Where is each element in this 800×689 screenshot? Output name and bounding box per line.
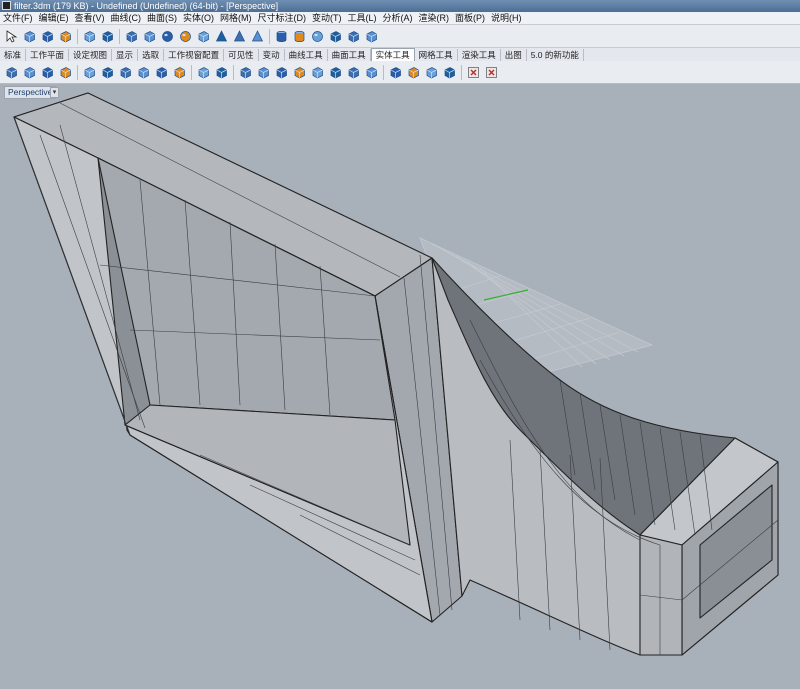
menu-item[interactable]: 曲线(C) [108, 12, 145, 24]
menu-item[interactable]: 变动(T) [309, 12, 345, 24]
round-hole-icon[interactable] [364, 65, 379, 80]
point-edit-icon[interactable] [22, 29, 37, 44]
menu-item[interactable]: 面板(P) [452, 12, 488, 24]
menu-item[interactable]: 网格(M) [217, 12, 255, 24]
cap-icon[interactable] [82, 65, 97, 80]
menu-item[interactable]: 工具(L) [345, 12, 380, 24]
ellipsoid-icon[interactable] [178, 29, 193, 44]
window-title: filter.3dm (179 KB) - Undefined (Undefin… [14, 1, 279, 11]
rhino-app-icon [2, 1, 11, 10]
toolbar-tab-strip: 标准 工作平面 设定视图 显示 选取 工作视窗配置 可见性 变动 曲线工具 曲面工具 实体工具 网格工… [0, 48, 800, 62]
solid-tools-toolbar [0, 61, 800, 84]
solid-boolean-icon[interactable] [82, 29, 97, 44]
tube-icon[interactable] [292, 29, 307, 44]
cylinder-icon[interactable] [274, 29, 289, 44]
boolean-intersection-icon[interactable] [40, 65, 55, 80]
toolbar-separator [77, 64, 78, 80]
polyline-icon[interactable] [40, 29, 55, 44]
title-bar: filter.3dm (179 KB) - Undefined (Undefin… [0, 0, 800, 12]
menu-item[interactable]: 查看(V) [72, 12, 108, 24]
boolean-split-icon[interactable] [58, 65, 73, 80]
rotate-face-icon[interactable] [238, 65, 253, 80]
duct-body [431, 257, 779, 656]
fold-face-icon[interactable] [274, 65, 289, 80]
menu-item[interactable]: 编辑(E) [36, 12, 72, 24]
sphere-icon[interactable] [160, 29, 175, 44]
offset-solid-icon[interactable] [214, 65, 229, 80]
boolean-difference-icon[interactable] [22, 65, 37, 80]
truncated-cone-icon[interactable] [250, 29, 265, 44]
box-corner-icon[interactable] [142, 29, 157, 44]
menu-item[interactable]: 文件(F) [0, 12, 36, 24]
make-hole-icon[interactable] [346, 65, 361, 80]
extrude-icon[interactable] [346, 29, 361, 44]
toolbar-tab[interactable]: 实体工具 [370, 48, 415, 62]
menu-item[interactable]: 实体(O) [180, 12, 217, 24]
cone-icon[interactable] [214, 29, 229, 44]
viewport-title[interactable]: Perspective [4, 86, 57, 99]
split-face-icon[interactable] [256, 65, 271, 80]
blend-edge-icon[interactable] [136, 65, 151, 80]
toolbar-separator [233, 64, 234, 80]
solid-shell-icon[interactable] [100, 65, 115, 80]
array-hole-icon[interactable] [388, 65, 403, 80]
chamfer-icon[interactable] [154, 65, 169, 80]
viewport-menu-arrow[interactable]: ▾ [50, 87, 59, 98]
extrude-face-icon[interactable] [196, 65, 211, 80]
toolbar-separator [383, 64, 384, 80]
model-render[interactable] [0, 84, 800, 689]
paraboloid-icon[interactable] [196, 29, 211, 44]
fillet-edge-icon[interactable] [118, 65, 133, 80]
move-face-icon[interactable] [172, 65, 187, 80]
render-icon[interactable] [466, 65, 481, 80]
move-edge-icon[interactable] [310, 65, 325, 80]
transform-icon[interactable] [58, 29, 73, 44]
pipe-icon[interactable] [328, 29, 343, 44]
menu-item[interactable]: 分析(A) [380, 12, 416, 24]
torus-icon[interactable] [310, 29, 325, 44]
menu-bar: 文件(F) 编辑(E) 查看(V) 曲线(C) 曲面(S) 实体(O) 网格(M) 尺寸标注(… [0, 12, 800, 25]
select-arrow-icon[interactable] [4, 29, 19, 44]
perspective-viewport[interactable]: Perspective ▾ [0, 84, 800, 689]
solid-edit-icon[interactable] [364, 29, 379, 44]
toolbar-separator [461, 64, 462, 80]
menu-item[interactable]: 尺寸标注(D) [255, 12, 310, 24]
box-icon[interactable] [124, 29, 139, 44]
close-panel-icon[interactable] [484, 65, 499, 80]
main-toolbar [0, 25, 800, 48]
menu-item[interactable]: 渲染(R) [416, 12, 453, 24]
toolbar-separator [191, 64, 192, 80]
explode-icon[interactable] [100, 29, 115, 44]
menu-item[interactable]: 说明(H) [488, 12, 525, 24]
pyramid-icon[interactable] [232, 29, 247, 44]
menu-item[interactable]: 曲面(S) [144, 12, 180, 24]
boolean-union-icon[interactable] [4, 65, 19, 80]
toolbar-separator [119, 28, 120, 44]
wire-cut-icon[interactable] [328, 65, 343, 80]
texture-icon[interactable] [442, 65, 457, 80]
place-hole-icon[interactable] [406, 65, 421, 80]
merge-face-icon[interactable] [292, 65, 307, 80]
rotate-hole-icon[interactable] [424, 65, 439, 80]
toolbar-separator [77, 28, 78, 44]
flange-box [13, 92, 463, 623]
toolbar-separator [269, 28, 270, 44]
